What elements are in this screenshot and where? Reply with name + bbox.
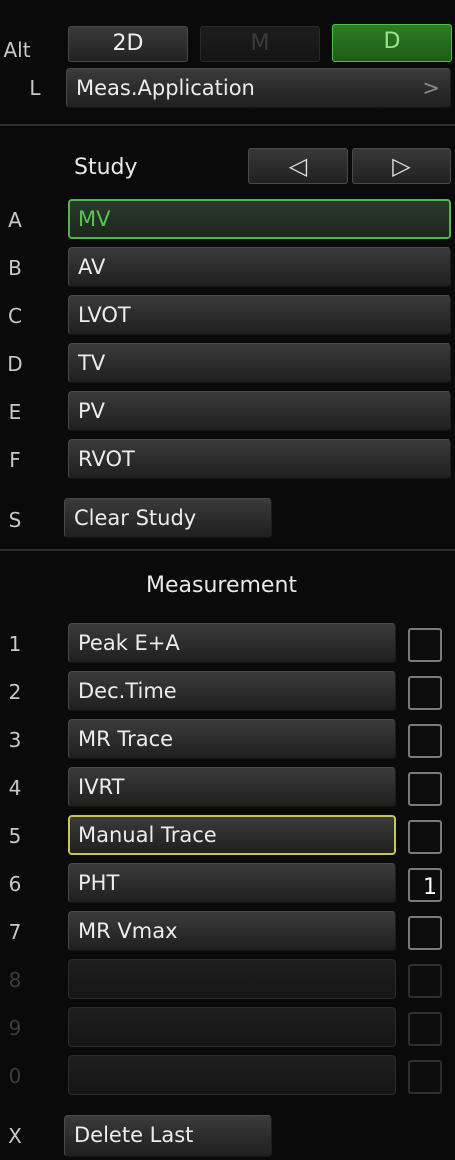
meas-item-peak-e-a[interactable]: Peak E+A bbox=[68, 623, 396, 663]
meas-checkbox-3[interactable] bbox=[408, 724, 442, 758]
meas-checkbox-1[interactable] bbox=[408, 628, 442, 662]
delete-last-button[interactable]: Delete Last bbox=[64, 1115, 272, 1157]
meas-key-2: 2 bbox=[8, 680, 22, 704]
triangle-right-icon: ▷ bbox=[392, 152, 411, 180]
study-key-d: D bbox=[7, 352, 23, 376]
clear-study-key: S bbox=[8, 508, 22, 532]
study-item-mv[interactable]: MV bbox=[68, 199, 451, 239]
meas-checkbox-2[interactable] bbox=[408, 676, 442, 710]
triangle-left-icon: ◁ bbox=[288, 152, 308, 180]
meas-checkbox-8 bbox=[408, 964, 442, 998]
application-key: L bbox=[29, 76, 41, 100]
chevron-right-icon: > bbox=[422, 76, 440, 100]
meas-key-5: 5 bbox=[8, 824, 22, 848]
clear-study-button[interactable]: Clear Study bbox=[64, 498, 272, 538]
study-next-button[interactable]: ▷ bbox=[352, 148, 451, 184]
meas-checkbox-0 bbox=[408, 1060, 442, 1094]
meas-checkbox-4[interactable] bbox=[408, 772, 442, 806]
meas-key-9: 9 bbox=[8, 1016, 22, 1040]
mode-d-button[interactable]: D bbox=[332, 24, 452, 62]
study-item-lvot[interactable]: LVOT bbox=[68, 295, 451, 335]
meas-key-8: 8 bbox=[8, 968, 22, 992]
study-key-e: E bbox=[8, 400, 22, 424]
meas-application-label: Meas.Application bbox=[76, 76, 255, 100]
meas-item-ivrt[interactable]: IVRT bbox=[68, 767, 396, 807]
meas-item-manual-trace[interactable]: Manual Trace bbox=[68, 815, 396, 855]
meas-item-mr-vmax[interactable]: MR Vmax bbox=[68, 911, 396, 951]
meas-item-empty-0 bbox=[68, 1055, 396, 1095]
study-key-c: C bbox=[8, 304, 22, 328]
study-key-b: B bbox=[8, 256, 22, 280]
mode-m-button[interactable]: M bbox=[200, 26, 320, 62]
meas-checkbox-9 bbox=[408, 1012, 442, 1046]
study-item-av[interactable]: AV bbox=[68, 247, 451, 287]
meas-key-7: 7 bbox=[8, 920, 22, 944]
meas-item-pht[interactable]: PHT bbox=[68, 863, 396, 903]
meas-checkbox-7[interactable] bbox=[408, 916, 442, 950]
section-divider bbox=[0, 124, 455, 126]
meas-checkbox-5[interactable] bbox=[408, 820, 442, 854]
study-item-pv[interactable]: PV bbox=[68, 391, 451, 431]
study-heading: Study bbox=[74, 155, 138, 180]
study-item-tv[interactable]: TV bbox=[68, 343, 451, 383]
study-key-a: A bbox=[8, 208, 22, 232]
meas-key-0: 0 bbox=[8, 1064, 22, 1088]
measurement-heading: Measurement bbox=[146, 573, 298, 598]
meas-key-3: 3 bbox=[8, 728, 22, 752]
study-item-rvot[interactable]: RVOT bbox=[68, 439, 451, 479]
meas-item-mr-trace[interactable]: MR Trace bbox=[68, 719, 396, 759]
alt-label: Alt bbox=[3, 38, 31, 62]
meas-key-6: 6 bbox=[8, 872, 22, 896]
delete-last-key: X bbox=[8, 1124, 22, 1148]
meas-application-button[interactable]: Meas.Application > bbox=[66, 68, 451, 108]
section-divider bbox=[0, 549, 455, 551]
meas-item-empty-9 bbox=[68, 1007, 396, 1047]
meas-item-dec-time[interactable]: Dec.Time bbox=[68, 671, 396, 711]
mode-2d-button[interactable]: 2D bbox=[68, 26, 188, 62]
meas-key-1: 1 bbox=[8, 632, 22, 656]
meas-item-empty-8 bbox=[68, 959, 396, 999]
study-key-f: F bbox=[9, 448, 21, 472]
meas-checkbox-6[interactable]: 1 bbox=[408, 868, 442, 902]
meas-key-4: 4 bbox=[8, 776, 22, 800]
study-prev-button[interactable]: ◁ bbox=[248, 148, 348, 184]
